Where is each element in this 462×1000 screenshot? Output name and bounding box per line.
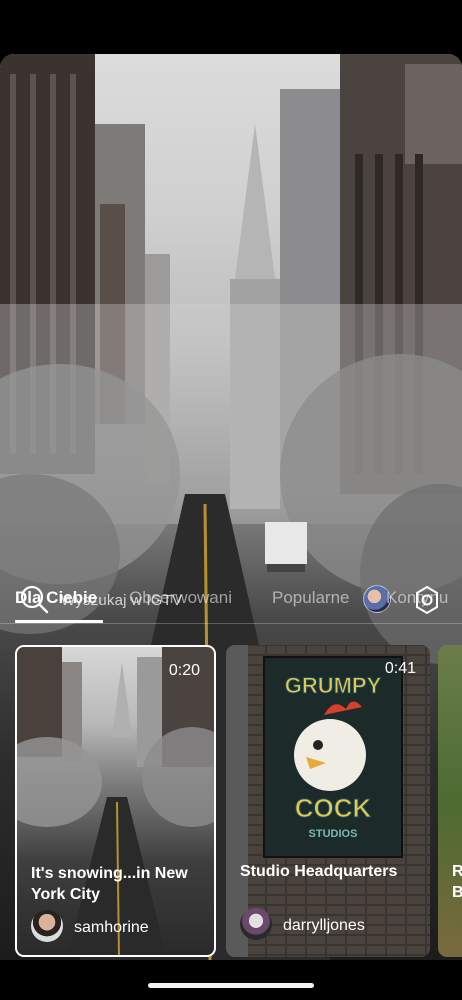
poster-text-cock: COCK [295, 793, 372, 823]
poster-text-grumpy: GRUMPY [285, 673, 382, 698]
author-username[interactable]: darrylljones [283, 917, 365, 935]
home-indicator[interactable] [148, 983, 314, 988]
video-card[interactable]: 0:20 It's snowing...in New York City sam… [15, 645, 216, 957]
avatar[interactable] [31, 910, 63, 942]
tab-dla-ciebie[interactable]: Dla Ciebie [15, 588, 97, 608]
poster-text-studios: STUDIOS [309, 828, 358, 840]
tab-popularne[interactable]: Popularne [272, 588, 350, 608]
author-username[interactable]: samhorine [74, 919, 149, 937]
video-duration: 0:41 [384, 660, 416, 677]
video-title: Studio Headquarters [240, 863, 398, 880]
avatar[interactable] [240, 908, 272, 940]
video-duration: 0:20 [168, 662, 200, 679]
tabs-divider [0, 623, 462, 624]
video-title: It's snowing...in New York City [31, 865, 188, 903]
tab-kontynuuj[interactable]: Kontynu [386, 588, 448, 608]
video-card[interactable]: GRUMPY COCK STUDIOS 0:41 Studio Headquar… [226, 645, 430, 957]
video-card[interactable]: R B [438, 645, 462, 957]
tab-obserwowani[interactable]: Obserwowani [129, 588, 232, 608]
video-title: R B [452, 863, 462, 901]
category-tabs: Dla Ciebie Obserwowani Popularne Kontynu [0, 583, 462, 623]
